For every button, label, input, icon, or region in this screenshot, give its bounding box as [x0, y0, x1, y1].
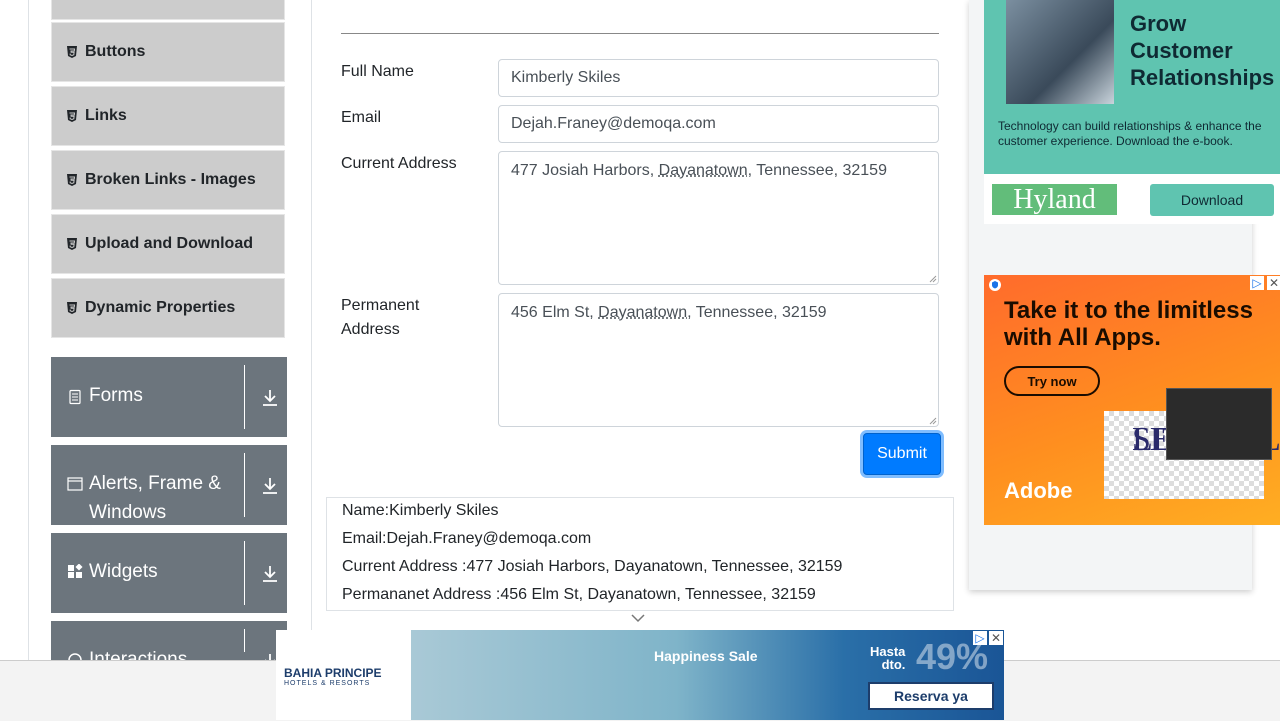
sidebar-item-upload-download[interactable]: Upload and Download: [51, 214, 285, 274]
sidebar-item-links[interactable]: Links: [51, 86, 285, 146]
sidebar-item-label: Dynamic Properties: [85, 299, 236, 316]
group-label: Widgets: [89, 561, 158, 582]
output-email: Email:Dejah.Franey@demoqa.com: [342, 530, 592, 547]
sidebar-item-previous[interactable]: [51, 0, 285, 20]
resize-grip-icon[interactable]: [929, 275, 937, 283]
html5-icon: [67, 110, 77, 122]
bahia-brand: BAHIA PRINCIPE: [284, 666, 382, 680]
sidebar-item-broken-links[interactable]: Broken Links - Images: [51, 150, 285, 210]
current-address-city: Dayanatown: [658, 162, 748, 179]
current-address-label: Current Address: [341, 155, 457, 172]
ad-headline-line2: Customer: [1130, 38, 1233, 63]
ad-body: Technology can build relationships & enh…: [998, 119, 1262, 148]
hyland-logo: Hyland: [992, 184, 1117, 215]
left-sidebar: Buttons Links Broken Links - Images Uplo…: [28, 0, 312, 660]
sidebar-item-label: Broken Links - Images: [85, 171, 256, 188]
html5-icon: [67, 174, 77, 186]
html5-icon: [67, 302, 77, 314]
ad-reserve-button[interactable]: Reserva ya: [868, 682, 994, 710]
output-permanent-address: Permananet Address :456 Elm St, Dayanato…: [342, 586, 816, 603]
permanent-address-label: Permanent Address: [341, 294, 419, 342]
ad-try-now-button[interactable]: Try now: [1004, 366, 1100, 396]
ad-sale-text: Happiness Sale: [654, 648, 758, 664]
ad-close-icon[interactable]: ✕: [1267, 276, 1280, 290]
current-address-text: 477 Josiah Harbors,: [511, 162, 659, 179]
output-box: Name:Kimberly Skiles Email:Dejah.Franey@…: [326, 497, 954, 611]
permanent-address-text: 456 Elm St,: [511, 304, 599, 321]
sidebar-item-buttons[interactable]: Buttons: [51, 22, 285, 82]
adobe-ad[interactable]: ▷ ✕ Take it to the limitless with All Ap…: [984, 275, 1280, 525]
sidebar-item-label: Buttons: [85, 43, 146, 60]
group-divider: [244, 365, 245, 429]
group-label: Alerts, Frame &: [89, 473, 221, 494]
ad-headline: Grow Customer Relationships: [1130, 10, 1274, 91]
ad-download-button[interactable]: Download: [1150, 184, 1274, 216]
download-arrow-icon[interactable]: [261, 388, 279, 408]
full-name-input[interactable]: Kimberly Skiles: [498, 59, 939, 97]
group-divider: [244, 629, 245, 652]
permanent-address-text-end: , Tennessee, 32159: [687, 304, 827, 321]
ad-hasta: Hasta dto.: [870, 645, 905, 671]
ad-headline-line1: Grow: [1130, 11, 1187, 36]
ad-headline-line2: with All Apps.: [1004, 324, 1161, 351]
bahia-brand-sub: HOTELS & RESORTS: [284, 680, 371, 687]
ad-choices-icon[interactable]: ▷: [1250, 276, 1264, 290]
bahia-logo: BAHIA PRINCIPE HOTELS & RESORTS: [284, 666, 382, 687]
output-name: Name:Kimberly Skiles: [342, 502, 499, 519]
ad-privacy-icon[interactable]: [988, 278, 1002, 292]
group-header-interactions[interactable]: Interactions: [51, 621, 287, 660]
full-name-label: Full Name: [341, 63, 414, 80]
interactions-icon: [68, 653, 82, 660]
current-address-text-end: , Tennessee, 32159: [747, 162, 887, 179]
permanent-address-city: Dayanatown: [598, 304, 688, 321]
group-divider: [244, 541, 245, 605]
group-header-widgets[interactable]: Widgets: [51, 533, 287, 613]
download-arrow-icon[interactable]: [261, 564, 279, 584]
group-header-alerts[interactable]: Alerts, Frame & Windows: [51, 445, 287, 525]
ad-headline: Take it to the limitless with All Apps.: [1004, 297, 1253, 351]
form-icon: [69, 389, 81, 405]
group-header-forms[interactable]: Forms: [51, 357, 287, 437]
permanent-address-textarea[interactable]: 456 Elm St, Dayanatown, Tennessee, 32159: [498, 293, 939, 427]
hyland-ad[interactable]: Grow Customer Relationships Technology c…: [984, 0, 1280, 224]
ad-hasta-line2: dto.: [881, 657, 906, 672]
widgets-icon: [68, 564, 83, 578]
ad-footer: Hyland Download: [984, 174, 1280, 224]
ad-photo: [1006, 0, 1114, 104]
html5-icon: [67, 238, 77, 250]
sidebar-item-dynamic-properties[interactable]: Dynamic Properties: [51, 278, 285, 338]
window-icon: [67, 477, 83, 491]
ad-close-icon[interactable]: ✕: [989, 631, 1003, 645]
resize-grip-icon[interactable]: [929, 417, 937, 425]
download-arrow-icon[interactable]: [261, 476, 279, 496]
ad-transform-panel: [1166, 388, 1272, 460]
sidebar-item-label: Upload and Download: [85, 235, 253, 252]
html5-icon: [67, 46, 77, 58]
ad-headline-line1: Take it to the limitless: [1004, 297, 1253, 324]
permanent-address-label-line2: Address: [341, 321, 400, 338]
permanent-address-label-line1: Permanent: [341, 297, 420, 314]
section-divider: [341, 33, 939, 34]
group-divider: [244, 453, 245, 517]
email-label: Email: [341, 109, 382, 126]
sidebar-item-label: Links: [85, 107, 127, 124]
ad-choices-icon[interactable]: ▷: [973, 631, 987, 645]
current-address-textarea[interactable]: 477 Josiah Harbors, Dayanatown, Tennesse…: [498, 151, 939, 285]
group-label: Windows: [89, 502, 167, 523]
chevron-down-icon[interactable]: [630, 613, 646, 623]
group-label: Interactions: [89, 649, 188, 660]
submit-button[interactable]: Submit: [863, 433, 941, 475]
group-label: Forms: [89, 385, 143, 406]
email-input[interactable]: Dejah.Franey@demoqa.com: [498, 105, 939, 143]
bahia-principe-ad[interactable]: BAHIA PRINCIPE HOTELS & RESORTS Happines…: [276, 630, 1004, 720]
output-current-address: Current Address :477 Josiah Harbors, Day…: [342, 558, 843, 575]
ad-headline-line3: Relationships: [1130, 65, 1275, 90]
adobe-logo: Adobe: [1004, 478, 1073, 503]
